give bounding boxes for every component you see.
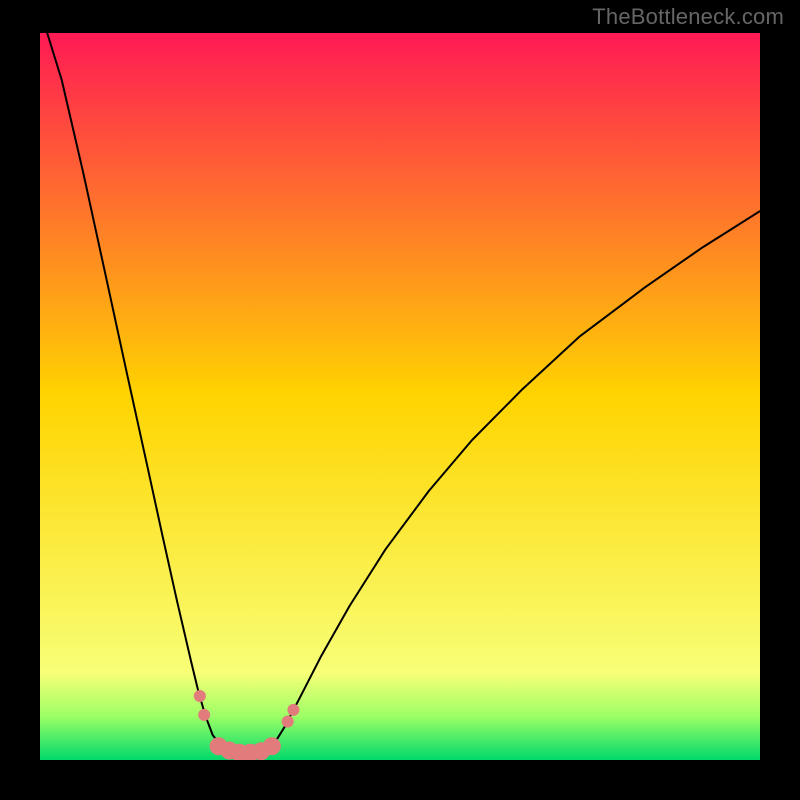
curve-marker [282, 715, 294, 727]
chart-svg [40, 33, 760, 760]
curve-marker [287, 704, 299, 716]
chart-frame: TheBottleneck.com [0, 0, 800, 800]
curve-marker [194, 690, 206, 702]
watermark-text: TheBottleneck.com [592, 4, 784, 30]
heat-background [40, 33, 760, 760]
curve-marker [198, 709, 210, 721]
plot-area [40, 33, 760, 760]
curve-marker [263, 737, 281, 755]
